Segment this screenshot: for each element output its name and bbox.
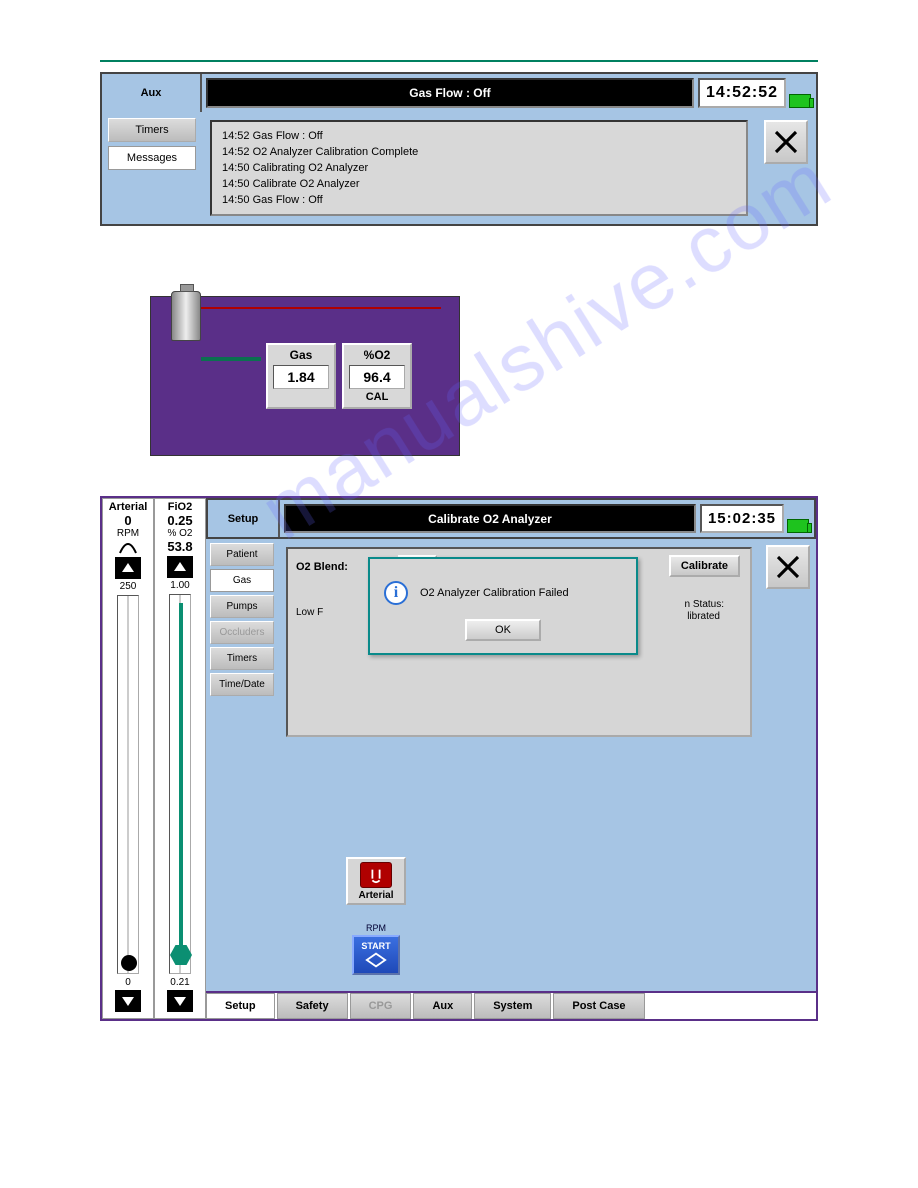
pipe-green [201, 357, 261, 361]
fio2-slider: FiO2 0.25 % O2 53.8 1.00 0.21 [154, 498, 206, 1019]
fio2-up-button[interactable] [167, 556, 193, 578]
arterial-upper: 250 [120, 581, 137, 592]
btab-setup[interactable]: Setup [206, 993, 275, 1019]
o2-cal-label: CAL [344, 389, 410, 403]
calibrate-button[interactable]: Calibrate [669, 555, 740, 577]
aux-messages-panel: Aux Gas Flow : Off 14:52:52 Timers Messa… [100, 72, 818, 226]
lowflow-label: Low F [296, 607, 323, 618]
arterial-track[interactable] [117, 595, 139, 974]
arterial-value: 0 [124, 513, 131, 528]
close-button[interactable] [764, 120, 808, 164]
message-row: 14:52 Gas Flow : Off [222, 128, 736, 144]
tab-gas[interactable]: Gas [210, 569, 274, 592]
calibration-failed-dialog: i O2 Analyzer Calibration Failed OK [368, 557, 638, 655]
rpm-label: RPM [354, 923, 398, 933]
o2-readout[interactable]: %O2 96.4 CAL [342, 343, 412, 409]
arterial-lower: 0 [125, 977, 131, 988]
setup-label: Setup [208, 500, 280, 537]
status-bar: Gas Flow : Off [206, 78, 694, 108]
start-icon [365, 951, 387, 969]
o2blend-label: O2 Blend: [296, 561, 348, 573]
arterial-title: Arterial [109, 501, 148, 513]
arterial-down-button[interactable] [115, 990, 141, 1012]
gas-value: 1.84 [273, 365, 329, 389]
fio2-bar [179, 603, 183, 955]
messages-list: 14:52 Gas Flow : Off 14:52 O2 Analyzer C… [210, 120, 748, 216]
tab-pumps[interactable]: Pumps [210, 595, 274, 618]
message-row: 14:50 Calibrate O2 Analyzer [222, 176, 736, 192]
tab-timers[interactable]: Timers [210, 647, 274, 670]
clock: 15:02:35 [700, 504, 784, 533]
close-button[interactable] [766, 545, 810, 589]
o2-value: 96.4 [349, 365, 405, 389]
info-icon: i [384, 581, 408, 605]
status-bar: Calibrate O2 Analyzer [284, 504, 696, 533]
arrow-down-icon [120, 993, 136, 1009]
arterial-box-label: Arterial [350, 890, 402, 901]
gas-readout-panel: Gas 1.84 %O2 96.4 CAL [150, 296, 460, 456]
status-text-1: n Status: [685, 599, 724, 610]
arterial-slider: Arterial 0 RPM 250 0 [102, 498, 154, 1019]
btab-cpg[interactable]: CPG [350, 993, 412, 1019]
close-icon [773, 552, 803, 582]
fio2-value: 0.25 [167, 513, 192, 528]
battery-icon [788, 78, 812, 108]
setup-screen: Arterial 0 RPM 250 0 FiO2 0.25 % O2 [100, 496, 818, 1021]
tab-timedate[interactable]: Time/Date [210, 673, 274, 696]
clock: 14:52:52 [698, 78, 786, 108]
slider-knob[interactable] [170, 945, 192, 965]
battery-icon [786, 504, 810, 533]
fio2-unit: % O2 [167, 528, 192, 539]
bottom-tab-bar: Setup Safety CPG Aux System Post Case [206, 991, 816, 1019]
start-button[interactable]: START [352, 935, 400, 975]
message-row: 14:50 Gas Flow : Off [222, 192, 736, 208]
btab-system[interactable]: System [474, 993, 551, 1019]
fio2-lower: 0.21 [170, 977, 189, 988]
tab-messages[interactable]: Messages [108, 146, 196, 170]
cylinder-icon [171, 291, 201, 341]
ok-button[interactable]: OK [465, 619, 541, 641]
arterial-module[interactable]: Arterial [346, 857, 406, 905]
status-text-2: librated [687, 611, 720, 622]
dialog-message: O2 Analyzer Calibration Failed [420, 587, 569, 599]
slider-knob[interactable] [121, 955, 137, 971]
arrow-down-icon [172, 993, 188, 1009]
fio2-down-button[interactable] [167, 990, 193, 1012]
arrow-up-icon [172, 559, 188, 575]
tab-occluders[interactable]: Occluders [210, 621, 274, 644]
tab-timers[interactable]: Timers [108, 118, 196, 142]
fio2-track[interactable] [169, 594, 191, 974]
gas-label: Gas [268, 348, 334, 362]
start-label: START [361, 941, 390, 951]
btab-aux[interactable]: Aux [413, 993, 472, 1019]
message-row: 14:52 O2 Analyzer Calibration Complete [222, 144, 736, 160]
close-icon [771, 127, 801, 157]
tab-patient[interactable]: Patient [210, 543, 274, 566]
o2-label: %O2 [344, 348, 410, 362]
fio2-pct: 53.8 [167, 539, 192, 554]
curve-icon [118, 539, 138, 555]
fio2-title: FiO2 [168, 501, 192, 513]
divider [100, 60, 818, 62]
fio2-upper: 1.00 [170, 580, 189, 591]
arterial-up-button[interactable] [115, 557, 141, 579]
message-row: 14:50 Calibrating O2 Analyzer [222, 160, 736, 176]
arterial-icon [360, 862, 392, 888]
btab-postcase[interactable]: Post Case [553, 993, 644, 1019]
gas-readout[interactable]: Gas 1.84 [266, 343, 336, 409]
aux-label: Aux [102, 74, 202, 112]
arrow-up-icon [120, 560, 136, 576]
pipe-red [201, 307, 441, 309]
btab-safety[interactable]: Safety [277, 993, 348, 1019]
arterial-unit: RPM [117, 528, 139, 539]
